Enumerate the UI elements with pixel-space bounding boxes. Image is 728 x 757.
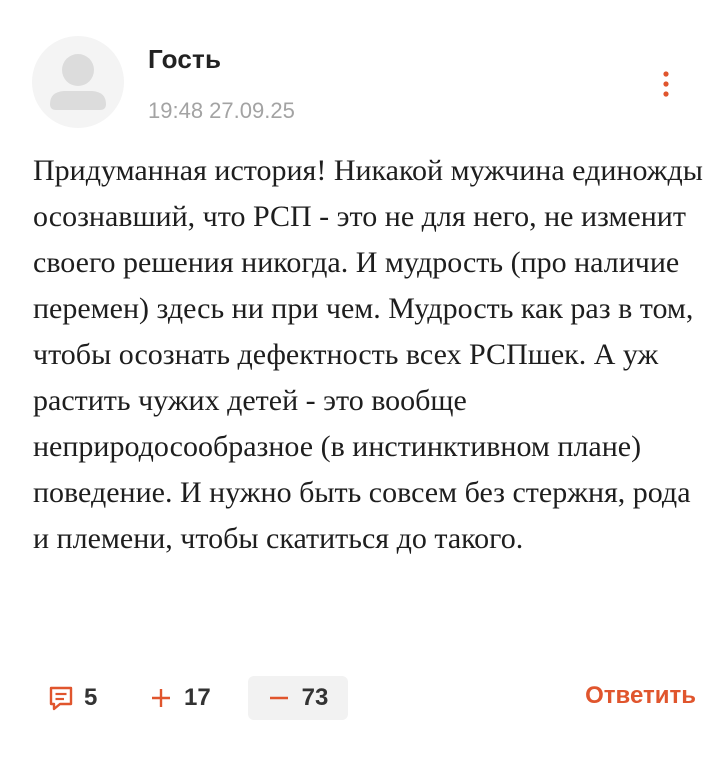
more-options-button[interactable] <box>648 66 684 102</box>
comment-footer: 5 17 73 Ответить <box>0 672 728 724</box>
comment-body: Придуманная история! Никакой мужчина еди… <box>33 154 703 555</box>
comment-timestamp: 19:48 27.09.25 <box>148 98 295 123</box>
downvote-button[interactable]: 73 <box>248 676 348 720</box>
minus-icon <box>269 696 288 700</box>
upvote-count: 17 <box>184 684 211 711</box>
replies-count: 5 <box>84 684 98 711</box>
upvote-button[interactable]: 17 <box>150 680 211 716</box>
comment-bubble-icon <box>49 686 73 711</box>
vertical-dots-icon <box>663 71 669 97</box>
user-silhouette-icon <box>50 54 106 110</box>
plus-icon <box>152 689 170 707</box>
downvote-count: 73 <box>301 684 329 711</box>
avatar[interactable] <box>32 36 124 128</box>
reply-button[interactable]: Ответить <box>585 682 696 710</box>
replies-button[interactable]: 5 <box>48 680 97 716</box>
comment-card: Гость 19:48 27.09.25 Придуманная история… <box>0 0 728 757</box>
author-name[interactable]: Гость <box>148 44 221 75</box>
